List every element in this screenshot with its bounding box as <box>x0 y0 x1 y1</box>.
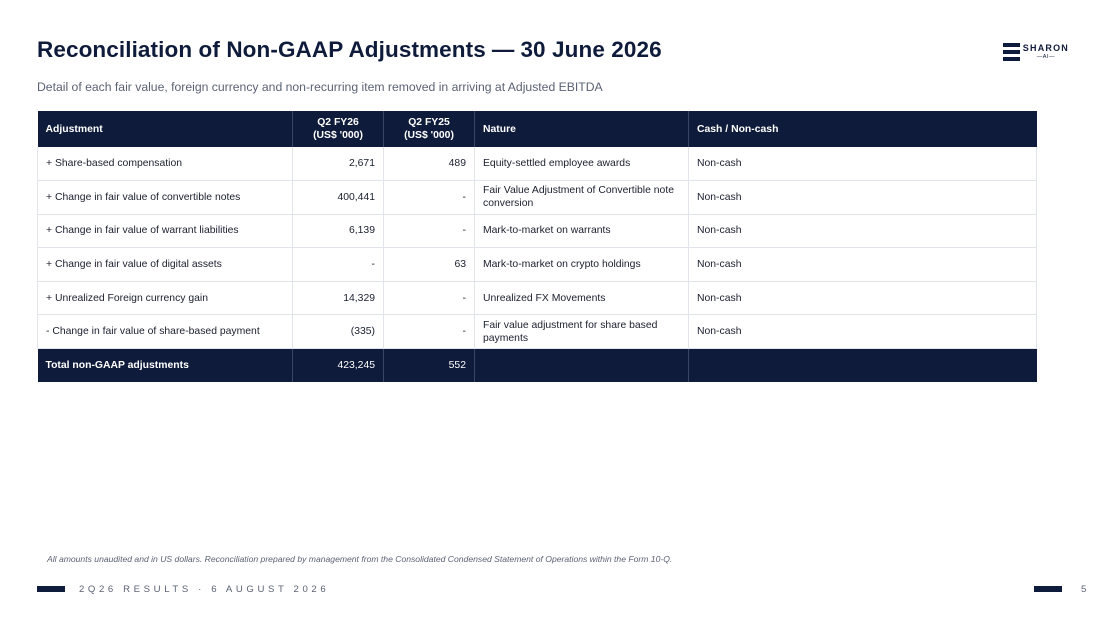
table-row: + Change in fair value of warrant liabil… <box>37 214 1037 249</box>
footnote: All amounts unaudited and in US dollars.… <box>47 554 673 564</box>
header-adjustment: Adjustment <box>37 111 293 147</box>
header-q2fy26-line1: Q2 FY26 <box>317 117 359 128</box>
cell-q2fy26: 14,329 <box>292 281 384 316</box>
cell-q2fy25: 63 <box>383 247 475 282</box>
cell-nature: Unrealized FX Movements <box>474 281 689 316</box>
header-q2fy25-line1: Q2 FY25 <box>408 117 450 128</box>
cell-adjustment: + Change in fair value of warrant liabil… <box>37 214 293 249</box>
logo-text: SHARON —AI— <box>1022 42 1069 61</box>
cell-q2fy26: - <box>292 247 384 282</box>
cell-nature: Equity-settled employee awards <box>474 147 689 182</box>
header-q2fy25: Q2 FY25 (US$ '000) <box>383 111 475 147</box>
page-title-date: 30 June 2026 <box>520 37 662 62</box>
page-title-main: Reconciliation of Non-GAAP Adjustments <box>37 37 486 62</box>
cell-cash: Non-cash <box>688 247 1037 282</box>
footer-bar-right <box>1034 586 1062 592</box>
footer-bar-left <box>37 586 65 592</box>
cell-nature: Mark-to-market on crypto holdings <box>474 247 689 282</box>
cell-q2fy25: - <box>383 281 475 316</box>
table-row: + Share-based compensation 2,671 489 Equ… <box>37 147 1037 182</box>
logo-word: SHARON <box>1022 42 1069 53</box>
cell-q2fy25: - <box>383 214 475 249</box>
page-subtitle: Detail of each fair value, foreign curre… <box>37 80 603 94</box>
table-header-row: Adjustment Q2 FY26 (US$ '000) Q2 FY25 (US$… <box>37 111 1037 147</box>
cell-cash: Non-cash <box>688 281 1037 316</box>
cell-adjustment: + Share-based compensation <box>37 147 293 182</box>
title-dash: — <box>491 37 515 62</box>
logo-sub: —AI— <box>1036 53 1055 60</box>
header-nature: Nature <box>474 111 689 147</box>
cell-adjustment: + Unrealized Foreign currency gain <box>37 281 293 316</box>
cell-nature: Fair value adjustment for share based pa… <box>474 314 689 350</box>
cell-nature: Mark-to-market on warrants <box>474 214 689 249</box>
cell-cash: Non-cash <box>688 214 1037 249</box>
cell-q2fy26: 2,671 <box>292 147 384 182</box>
cell-q2fy26: (335) <box>292 314 384 350</box>
header-q2fy25-line2: (US$ '000) <box>404 130 454 141</box>
header-cash: Cash / Non-cash <box>688 111 1037 147</box>
total-row: Total non-GAAP adjustments 423,245 552 <box>37 348 1037 383</box>
table-row: - Change in fair value of share-based pa… <box>37 314 1037 350</box>
table-row: + Change in fair value of convertible no… <box>37 180 1037 215</box>
cell-adjustment: + Change in fair value of convertible no… <box>37 180 293 215</box>
page-number: 5 <box>1081 584 1087 595</box>
cell-cash: Non-cash <box>688 147 1037 182</box>
cell-q2fy25: - <box>383 180 475 215</box>
cell-q2fy26: 6,139 <box>292 214 384 249</box>
sharon-ai-logo: SHARON —AI— <box>1003 42 1069 62</box>
total-nature <box>474 348 689 383</box>
total-cash <box>688 348 1037 383</box>
cell-q2fy25: 489 <box>383 147 475 182</box>
cell-cash: Non-cash <box>688 314 1037 350</box>
table-row: + Change in fair value of digital assets… <box>37 247 1037 282</box>
total-label: Total non-GAAP adjustments <box>37 348 293 383</box>
sharon-logo-icon <box>1003 43 1020 61</box>
table-row: + Unrealized Foreign currency gain 14,32… <box>37 281 1037 316</box>
total-q2fy25: 552 <box>383 348 475 383</box>
page-title: Reconciliation of Non-GAAP Adjustments —3… <box>37 37 662 63</box>
footer-text: 2Q26 RESULTS · 6 AUGUST 2026 <box>79 584 330 595</box>
cell-adjustment: - Change in fair value of share-based pa… <box>37 314 293 350</box>
total-q2fy26: 423,245 <box>292 348 384 383</box>
header-q2fy26: Q2 FY26 (US$ '000) <box>292 111 384 147</box>
cell-nature: Fair Value Adjustment of Convertible not… <box>474 180 689 215</box>
cell-adjustment: + Change in fair value of digital assets <box>37 247 293 282</box>
header-q2fy26-line2: (US$ '000) <box>313 130 363 141</box>
cell-cash: Non-cash <box>688 180 1037 215</box>
cell-q2fy26: 400,441 <box>292 180 384 215</box>
cell-q2fy25: - <box>383 314 475 350</box>
reconciliation-table: Adjustment Q2 FY26 (US$ '000) Q2 FY25 (US$… <box>37 111 1037 383</box>
